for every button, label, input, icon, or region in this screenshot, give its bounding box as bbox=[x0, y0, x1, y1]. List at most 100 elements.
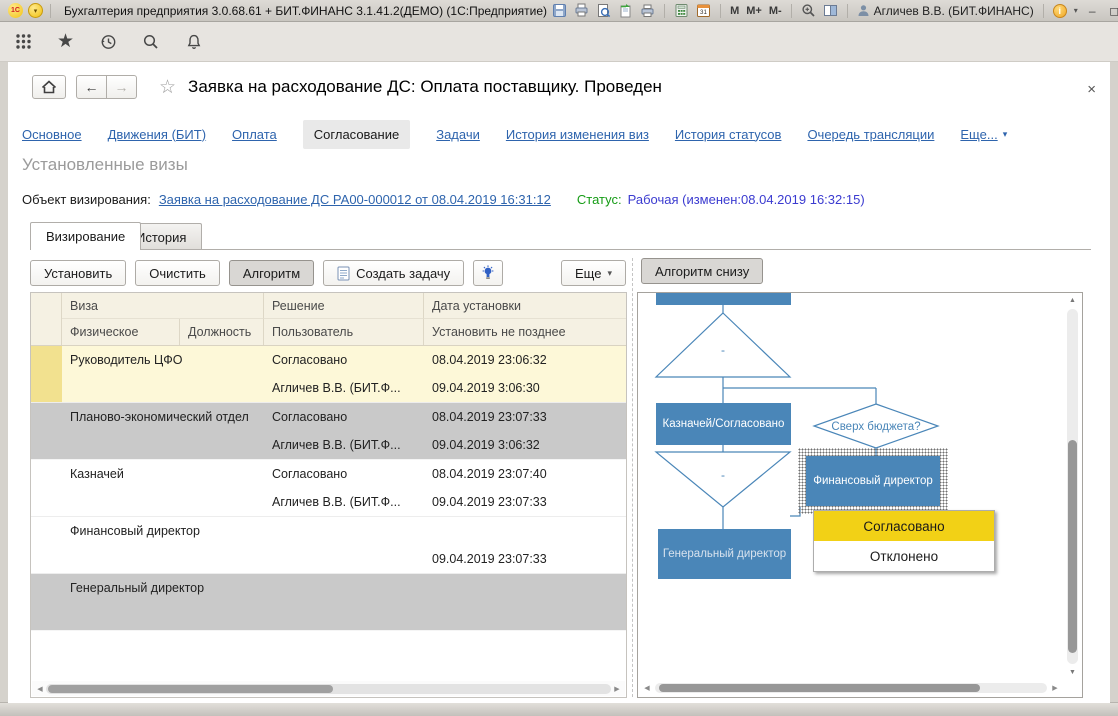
flow-node-general-director[interactable]: Генеральный директор bbox=[658, 529, 791, 579]
cell-position bbox=[180, 545, 264, 573]
menu-item-approve[interactable]: Согласовано bbox=[814, 511, 994, 541]
history-icon[interactable] bbox=[99, 33, 117, 51]
divider bbox=[791, 4, 792, 18]
triangle-minus-label: - bbox=[721, 343, 725, 357]
favorites-star-icon[interactable]: ★ bbox=[57, 32, 74, 51]
favorite-star-icon[interactable]: ☆ bbox=[159, 76, 176, 99]
current-user[interactable]: Агличев В.В. (БИТ.ФИНАНС) bbox=[857, 4, 1034, 18]
algorithm-flowchart: - - Сверх бюджета? Казначей/Согласовано … bbox=[637, 292, 1083, 698]
save-icon[interactable] bbox=[552, 3, 567, 18]
forward-button[interactable]: → bbox=[106, 75, 137, 99]
zoom-icon[interactable] bbox=[801, 3, 816, 18]
flow-vertical-scrollbar[interactable]: ▲ ▼ bbox=[1066, 297, 1079, 676]
scrollbar-thumb[interactable] bbox=[659, 684, 980, 692]
table-row[interactable]: Руководитель ЦФО Согласовано 08.04.2019 … bbox=[31, 346, 626, 403]
divider bbox=[720, 4, 721, 18]
header-position[interactable]: Должность bbox=[180, 319, 264, 345]
scroll-left-icon[interactable]: ◀ bbox=[641, 684, 653, 692]
cell-due: 09.04.2019 3:06:32 bbox=[424, 431, 626, 459]
create-task-button[interactable]: Создать задачу bbox=[323, 260, 464, 286]
row-marker bbox=[31, 517, 62, 545]
scroll-down-icon[interactable]: ▼ bbox=[1069, 669, 1076, 676]
tab-osnovnoe[interactable]: Основное bbox=[22, 127, 82, 142]
memory-m-button[interactable]: M bbox=[730, 5, 739, 17]
scroll-up-icon[interactable]: ▲ bbox=[1069, 297, 1076, 304]
header-decision[interactable]: Решение bbox=[264, 293, 424, 319]
scrollbar-thumb[interactable] bbox=[48, 685, 333, 693]
row-marker bbox=[31, 431, 62, 459]
flow-node-treasurer[interactable]: Казначей/Согласовано bbox=[656, 403, 791, 445]
maximize-button[interactable]: ◻ bbox=[1107, 4, 1118, 18]
algorithm-below-button[interactable]: Алгоритм снизу bbox=[641, 258, 763, 284]
home-button[interactable] bbox=[32, 75, 66, 99]
tab-istoriya-viz[interactable]: История изменения виз bbox=[506, 127, 649, 142]
tab-more-menu[interactable]: Еще...▾ bbox=[960, 127, 1007, 142]
scrollbar-track[interactable] bbox=[655, 683, 1047, 693]
flow-node-top-clipped[interactable] bbox=[656, 293, 791, 305]
tab-dvizheniya-bit[interactable]: Движения (БИТ) bbox=[108, 127, 206, 142]
section-heading: Установленные визы bbox=[22, 155, 188, 175]
info-icon[interactable]: i bbox=[1053, 4, 1067, 18]
header-due[interactable]: Установить не позднее bbox=[424, 319, 626, 345]
print-settings-icon[interactable] bbox=[640, 3, 655, 18]
cell-date: 08.04.2019 23:07:33 bbox=[424, 403, 626, 431]
tab-ochered-translyacii[interactable]: Очередь трансляции bbox=[807, 127, 934, 142]
cell-visa: Планово-экономический отдел bbox=[62, 403, 264, 431]
table-row[interactable]: Казначей Согласовано 08.04.2019 23:07:40… bbox=[31, 460, 626, 517]
back-button[interactable]: ← bbox=[76, 75, 107, 99]
panel-splitter[interactable] bbox=[632, 258, 633, 697]
menu-grid-icon[interactable] bbox=[15, 33, 32, 50]
nav-tabs: Основное Движения (БИТ) Оплата Согласова… bbox=[22, 119, 1092, 149]
cell-user bbox=[264, 602, 424, 630]
memory-m-plus-button[interactable]: M+ bbox=[746, 5, 762, 17]
header-visa[interactable]: Виза bbox=[62, 293, 264, 319]
cell-due: 09.04.2019 23:07:33 bbox=[424, 545, 626, 573]
header-person[interactable]: Физическое bbox=[62, 319, 180, 345]
table-row[interactable]: Финансовый директор 09.04.2019 23:07:33 bbox=[31, 517, 626, 574]
split-view-icon[interactable] bbox=[823, 3, 838, 18]
calendar-icon[interactable]: 31 bbox=[696, 3, 711, 18]
minimize-button[interactable]: – bbox=[1085, 4, 1100, 18]
algorithm-button[interactable]: Алгоритм bbox=[229, 260, 314, 286]
caret-down-icon[interactable]: ▾ bbox=[1074, 6, 1078, 15]
calculator-icon[interactable] bbox=[674, 3, 689, 18]
install-visa-button[interactable]: Установить bbox=[30, 260, 126, 286]
tab-oplata[interactable]: Оплата bbox=[232, 127, 277, 142]
scroll-left-icon[interactable]: ◀ bbox=[34, 685, 46, 693]
header-user[interactable]: Пользователь bbox=[264, 319, 424, 345]
clear-visa-button[interactable]: Очистить bbox=[135, 260, 220, 286]
scrollbar-thumb[interactable] bbox=[1068, 440, 1077, 653]
tab-zadachi[interactable]: Задачи bbox=[436, 127, 480, 142]
notifications-bell-icon[interactable] bbox=[185, 33, 203, 51]
close-form-button[interactable]: × bbox=[1087, 82, 1096, 97]
menu-item-decline[interactable]: Отклонено bbox=[814, 541, 994, 571]
table-header: Виза Решение Дата установки Физическое Д… bbox=[31, 293, 626, 346]
search-icon[interactable] bbox=[142, 33, 160, 51]
header-date-set[interactable]: Дата установки bbox=[424, 293, 626, 319]
scroll-right-icon[interactable]: ▶ bbox=[611, 685, 623, 693]
tab-istoriya-statusov[interactable]: История статусов bbox=[675, 127, 782, 142]
subtab-vizirovanie[interactable]: Визирование bbox=[30, 222, 141, 250]
system-menu-button[interactable]: ▾ bbox=[28, 3, 43, 18]
memory-m-minus-button[interactable]: M- bbox=[769, 5, 782, 17]
row-marker bbox=[31, 602, 62, 630]
table-horizontal-scrollbar[interactable]: ◀ ▶ bbox=[32, 681, 625, 696]
status-label: Статус: bbox=[577, 192, 622, 207]
object-link[interactable]: Заявка на расходование ДС РА00-000012 от… bbox=[159, 192, 551, 207]
print-preview-icon[interactable] bbox=[596, 3, 611, 18]
cell-person bbox=[62, 431, 180, 459]
scrollbar-track[interactable] bbox=[46, 684, 611, 694]
print-icon[interactable] bbox=[574, 3, 589, 18]
scrollbar-track[interactable] bbox=[1067, 309, 1078, 664]
more-button[interactable]: Еще▾ bbox=[561, 260, 626, 286]
flow-node-financial-director[interactable]: Финансовый директор bbox=[806, 456, 940, 506]
scroll-right-icon[interactable]: ▶ bbox=[1049, 684, 1061, 692]
table-row[interactable]: Планово-экономический отдел Согласовано … bbox=[31, 403, 626, 460]
tab-soglasovanie[interactable]: Согласование bbox=[303, 120, 410, 149]
lamp-button[interactable] bbox=[473, 260, 503, 286]
table-row[interactable]: Генеральный директор bbox=[31, 574, 626, 631]
send-document-icon[interactable] bbox=[618, 3, 633, 18]
cell-date bbox=[424, 517, 626, 545]
user-icon bbox=[857, 4, 870, 17]
flow-horizontal-scrollbar[interactable]: ◀ ▶ bbox=[641, 681, 1061, 694]
